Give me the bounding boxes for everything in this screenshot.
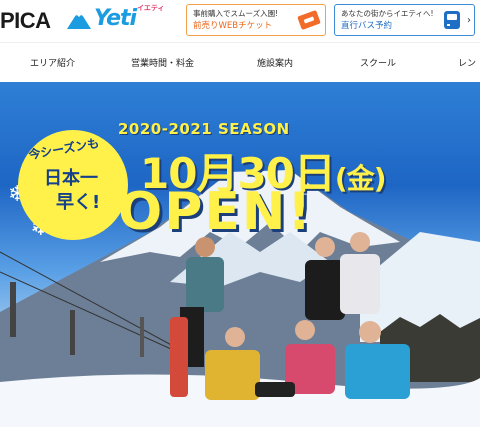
bus-icon <box>444 11 463 29</box>
bubble-text-line2: 日本一 <box>44 168 98 189</box>
web-ticket-button[interactable]: 事前購入でスムーズ入園! 前売りWEBチケット <box>186 4 326 36</box>
open-headline: OPEN! <box>118 182 314 242</box>
mountain-logo-icon <box>67 10 91 29</box>
opening-date-weekday: (金) <box>334 162 387 195</box>
nav-item-hours-price[interactable]: 営業時間・料金 <box>131 56 194 69</box>
pica-logo[interactable]: PICA <box>0 8 51 34</box>
season-title: 2020-2021 SEASON <box>118 120 290 138</box>
site-header: PICA Yeti イエティ 事前購入でスムーズ入園! 前売りWEBチケット あ… <box>0 0 480 42</box>
nav-item-area[interactable]: エリア紹介 <box>30 56 75 69</box>
nav-item-facilities[interactable]: 施設案内 <box>257 56 293 69</box>
hero-banner[interactable]: ❄ ❄ 今シーズンも 日本一 早く! 2020-2021 SEASON 10月3… <box>0 82 480 427</box>
nav-item-rental[interactable]: レン <box>458 56 476 69</box>
nav-item-school[interactable]: スクール <box>360 56 396 69</box>
main-nav: エリア紹介 営業時間・料金 施設案内 スクール レン <box>0 42 480 82</box>
chevron-right-icon: › <box>467 15 471 26</box>
bubble-text-line3: 早く! <box>56 192 101 213</box>
yeti-logo-kana: イエティ <box>137 4 165 12</box>
yeti-logo[interactable]: Yeti <box>94 6 137 31</box>
bus-reservation-button[interactable]: あなたの街からイエティへ! 直行バス予約 › <box>334 4 475 36</box>
